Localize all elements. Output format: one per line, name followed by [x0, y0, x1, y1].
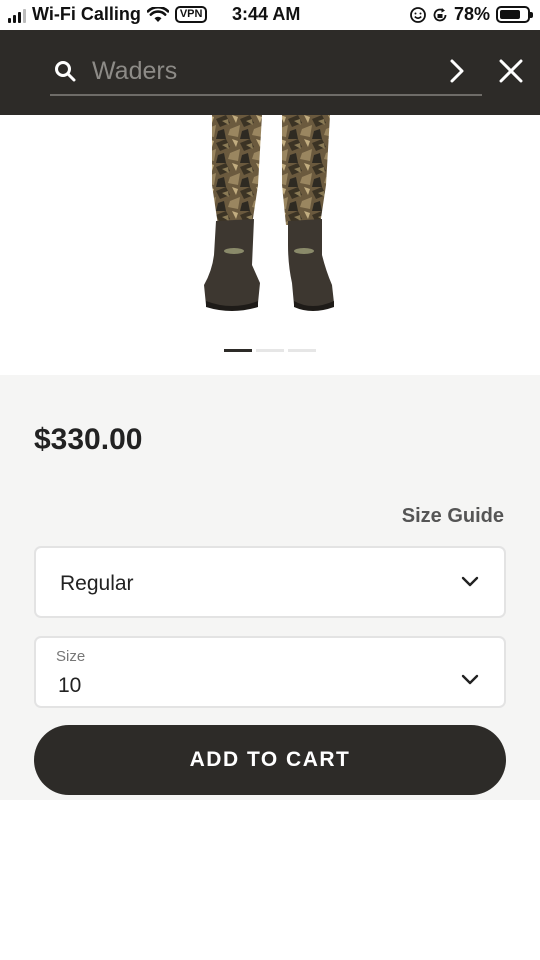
signal-strength-icon	[8, 7, 26, 23]
chevron-right-icon[interactable]	[444, 58, 470, 84]
carousel-dot[interactable]	[288, 349, 316, 352]
vpn-badge: VPN	[174, 6, 208, 23]
carousel-dot[interactable]	[224, 349, 252, 352]
search-field	[50, 48, 482, 96]
size-select[interactable]: Size 10	[34, 636, 506, 708]
product-image[interactable]	[0, 115, 540, 375]
chevron-down-icon	[461, 576, 479, 587]
carousel-dots	[224, 349, 316, 352]
orientation-lock-icon	[433, 7, 447, 21]
face-id-icon	[410, 6, 426, 23]
fit-select-value: Regular	[60, 572, 134, 595]
search-icon	[55, 61, 76, 82]
size-select-value: 10	[58, 674, 82, 697]
battery-percent: 78%	[453, 4, 490, 24]
search-input[interactable]	[92, 54, 422, 88]
chevron-down-icon	[461, 674, 479, 685]
battery-icon	[496, 6, 533, 23]
product-details: $330.00 Size Guide Regular Size 10 ADD T…	[0, 375, 540, 800]
waders-image	[204, 115, 334, 311]
size-guide-link[interactable]: Size Guide	[402, 505, 504, 528]
status-bar: Wi-Fi Calling VPN 3:44 AM 78%	[0, 0, 540, 30]
wifi-icon	[146, 6, 169, 22]
carrier-label: Wi-Fi Calling	[32, 4, 141, 24]
add-to-cart-button[interactable]: ADD TO CART	[34, 725, 506, 795]
search-header	[0, 30, 540, 115]
status-time: 3:44 AM	[232, 4, 301, 24]
close-icon[interactable]	[498, 58, 524, 84]
fit-select[interactable]: Regular	[34, 546, 506, 618]
carousel-dot[interactable]	[256, 349, 284, 352]
product-price: $330.00	[34, 423, 143, 456]
size-select-label: Size	[56, 648, 86, 665]
